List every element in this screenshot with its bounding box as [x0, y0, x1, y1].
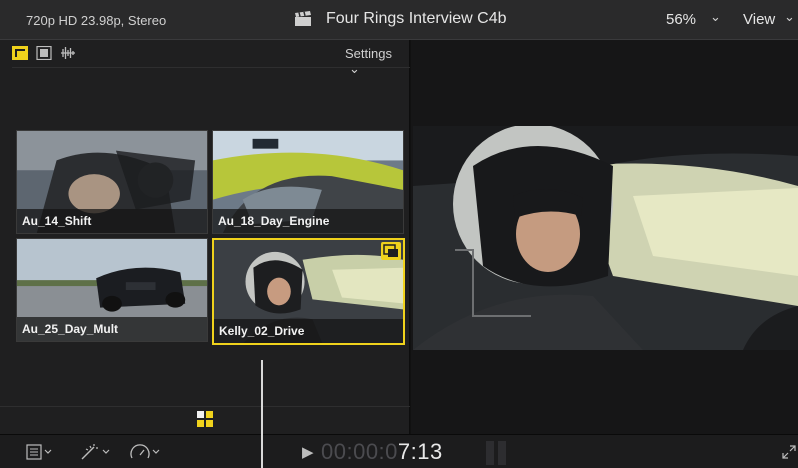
zoom-level[interactable]: 56%: [666, 11, 696, 28]
playhead[interactable]: [261, 360, 263, 468]
top-bar: 720p HD 23.98p, Stereo Four Rings Interv…: [0, 0, 798, 40]
clip-label: Au_25_Day_Mult: [17, 317, 207, 341]
clip-thumbnail-icon[interactable]: [12, 46, 28, 60]
speedometer-icon[interactable]: [130, 444, 162, 460]
browser-toolbar: Settings ⌄: [12, 40, 410, 76]
clip-tile[interactable]: Au_25_Day_Mult: [16, 238, 208, 342]
clip-tile[interactable]: Au_18_Day_Engine: [212, 130, 404, 234]
timecode-display[interactable]: 00:00:07:13: [321, 439, 443, 465]
timecode-bright: 7:13: [397, 439, 443, 464]
settings-menu-button[interactable]: Settings ⌄: [345, 46, 410, 77]
chevron-down-icon[interactable]: ⌄: [710, 9, 721, 25]
clip-tile[interactable]: Au_14_Shift: [16, 130, 208, 234]
clip-appearance-badge-icon: [381, 242, 401, 260]
clapperboard-icon: [295, 11, 311, 26]
clip-tile-selected[interactable]: Kelly_02_Drive: [212, 238, 405, 345]
viewer-frame[interactable]: [413, 126, 798, 350]
grid-icon[interactable]: [197, 411, 213, 427]
clip-label: Au_18_Day_Engine: [213, 209, 403, 233]
clip-label: Au_14_Shift: [17, 209, 207, 233]
audio-meters-icon[interactable]: [484, 439, 510, 465]
viewer-options-icon[interactable]: [26, 444, 54, 460]
viewer-panel: [411, 40, 798, 434]
clip-label: Kelly_02_Drive: [214, 319, 403, 343]
settings-label: Settings: [345, 46, 392, 61]
timecode-dim: 00:00:0: [321, 439, 398, 464]
view-menu-button[interactable]: View: [743, 11, 775, 28]
bottom-bar: ▶ 00:00:07:13: [0, 434, 798, 468]
project-format: 720p HD 23.98p, Stereo: [26, 13, 167, 28]
magic-wand-icon[interactable]: [80, 444, 112, 460]
play-button[interactable]: ▶: [302, 443, 314, 461]
filmstrip-icon[interactable]: [36, 46, 52, 60]
fullscreen-icon[interactable]: [782, 445, 796, 459]
browser-panel: Settings ⌄ Au_14_Shift Au_18_Day_Engine: [0, 40, 410, 434]
chevron-down-icon[interactable]: ⌄: [784, 9, 795, 25]
project-title[interactable]: Four Rings Interview C4b: [326, 10, 507, 28]
chevron-down-icon: ⌄: [349, 61, 360, 76]
waveform-icon[interactable]: [60, 46, 76, 60]
